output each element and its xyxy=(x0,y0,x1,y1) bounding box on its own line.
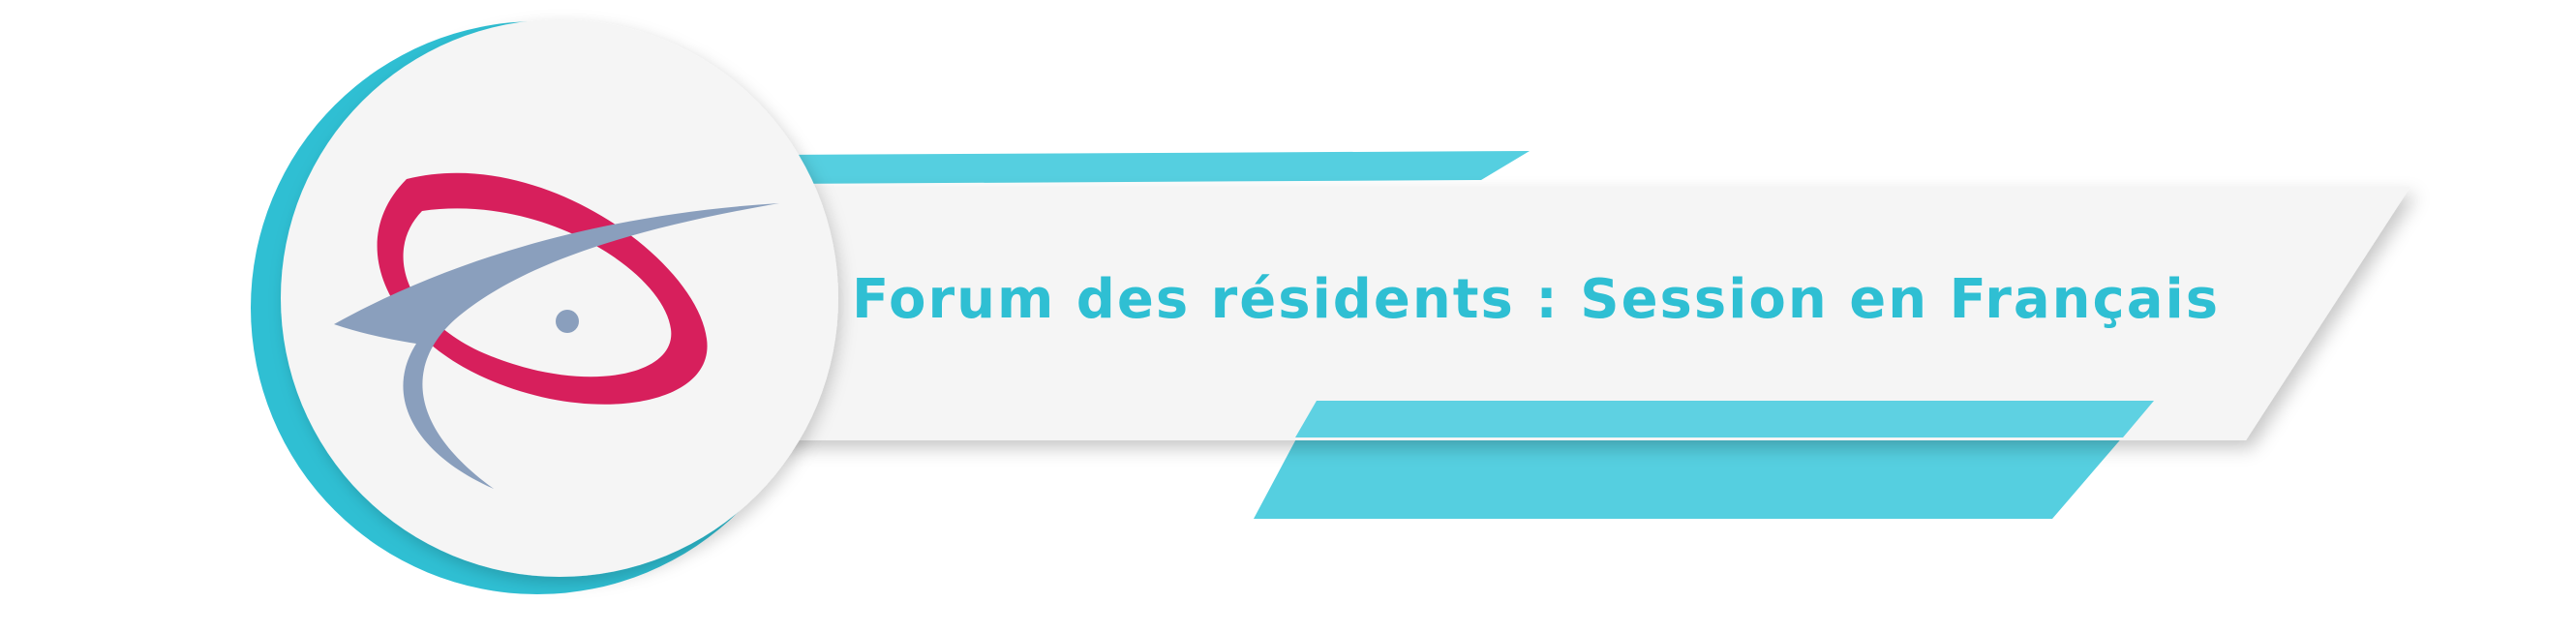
bottom-accent-band-overlap xyxy=(1295,401,2154,437)
banner-title: Forum des résidents : Session en Françai… xyxy=(852,268,2221,331)
top-accent-strip xyxy=(774,151,1530,184)
event-banner: Forum des résidents : Session en Françai… xyxy=(0,0,2576,633)
logo-circle xyxy=(281,19,838,577)
